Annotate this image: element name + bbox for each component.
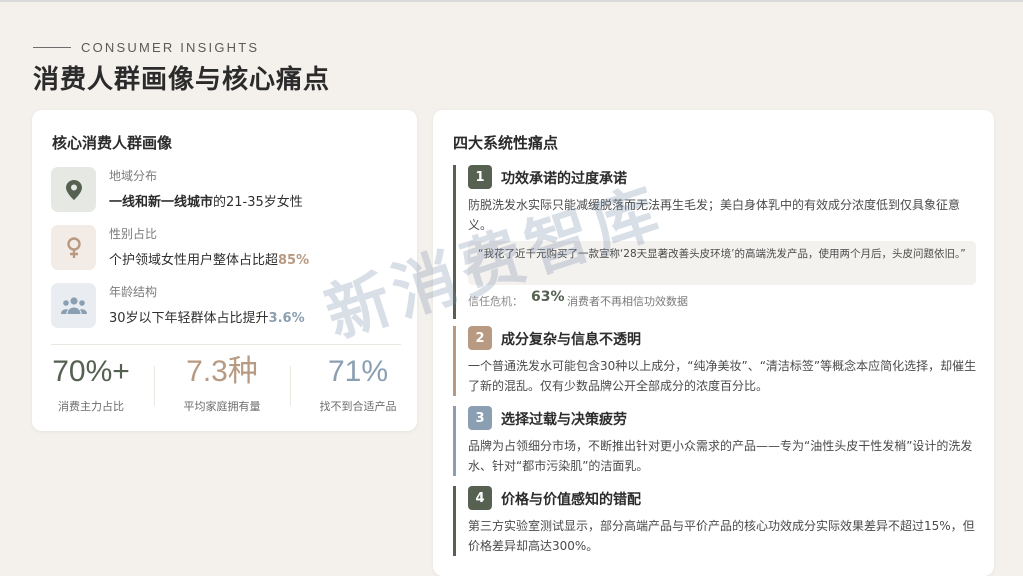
- pain-card-title: 四大系统性痛点: [453, 134, 559, 152]
- pain-accent-bar: [453, 326, 456, 396]
- stat-label: 消费主力占比: [58, 400, 124, 413]
- pain-description: 一个普通洗发水可能包含30种以上成分，“纯净美妆”、“清洁标签”等概念本应简化选…: [468, 359, 977, 393]
- stat-avg-products: 7.3种 平均家庭拥有量: [163, 354, 281, 414]
- stat-value: 70%+: [52, 355, 130, 388]
- attribute-value: 30岁以下年轻群体占比提升3.6%: [109, 311, 305, 326]
- stat-main-share: 70%+ 消费主力占比: [32, 354, 150, 414]
- pain-points-card: 四大系统性痛点 1 功效承诺的过度承诺 防脱洗发水实际只能减缓脱落而无法再生毛发…: [433, 110, 994, 576]
- stat-label: 找不到合适产品: [319, 400, 397, 413]
- profile-card-title: 核心消费人群画像: [52, 134, 173, 152]
- pain-number-badge: 3: [468, 406, 492, 430]
- attribute-region: 地域分布 一线和新一线城市的21-35岁女性: [51, 167, 401, 213]
- trust-note: 消费者不再相信功效数据: [567, 295, 688, 308]
- consumer-profile-card: 核心消费人群画像 地域分布 一线和新一线城市的21-35岁女性 性别占比 个护领…: [32, 110, 417, 431]
- pain-point-3: 3 选择过载与决策疲劳 品牌为占领细分市场，不断推出针对更小众需求的产品——专为…: [453, 406, 976, 476]
- stat-label: 平均家庭拥有量: [183, 400, 261, 413]
- pain-accent-bar: [453, 486, 456, 556]
- pain-point-2: 2 成分复杂与信息不透明 一个普通洗发水可能包含30种以上成分，“纯净美妆”、“…: [453, 326, 976, 396]
- pain-title: 价格与价值感知的错配: [501, 492, 641, 508]
- header-eyebrow: CONSUMER INSIGHTS: [33, 40, 259, 55]
- users-icon: [51, 283, 96, 328]
- pain-description: 品牌为占领细分市场，不断推出针对更小众需求的产品——专为“油性头皮干性发梢”设计…: [468, 439, 973, 473]
- pain-title: 成分复杂与信息不透明: [501, 332, 641, 348]
- attribute-value: 个护领域女性用户整体占比超85%: [109, 253, 310, 268]
- page-title: 消费人群画像与核心痛点: [33, 65, 331, 95]
- pain-title: 选择过载与决策疲劳: [501, 412, 627, 428]
- pain-accent-bar: [453, 165, 456, 319]
- attribute-label: 性别占比: [109, 227, 158, 241]
- user-quote: “我花了近千元购买了一款宣称‘28天显著改善头皮环境’的高端洗发产品，使用两个月…: [468, 241, 976, 285]
- stat-no-fit: 71% 找不到合适产品: [299, 354, 417, 414]
- attribute-label: 地域分布: [109, 169, 158, 183]
- pain-number-badge: 1: [468, 165, 492, 189]
- map-pin-icon: [51, 167, 96, 212]
- attribute-label: 年龄结构: [109, 285, 158, 299]
- pain-description: 第三方实验室测试显示，部分高端产品与平价产品的核心功效成分实际效果差异不超过15…: [468, 519, 975, 553]
- attribute-value: 一线和新一线城市的21-35岁女性: [109, 195, 303, 210]
- pain-accent-bar: [453, 406, 456, 476]
- stat-value: 7.3种: [186, 355, 258, 388]
- pain-point-4: 4 价格与价值感知的错配 第三方实验室测试显示，部分高端产品与平价产品的核心功效…: [453, 486, 976, 556]
- pain-description: 防脱洗发水实际只能减缓脱落而无法再生毛发；美白身体乳中的有效成分浓度低到仅具象征…: [468, 198, 961, 232]
- eyebrow-divider: [33, 47, 71, 48]
- attribute-age: 年龄结构 30岁以下年轻群体占比提升3.6%: [51, 283, 401, 329]
- trust-label: 信任危机：: [468, 295, 523, 308]
- pain-point-1: 1 功效承诺的过度承诺 防脱洗发水实际只能减缓脱落而无法再生毛发；美白身体乳中的…: [453, 165, 976, 319]
- pain-title: 功效承诺的过度承诺: [501, 171, 627, 187]
- eyebrow-text: CONSUMER INSIGHTS: [81, 40, 260, 55]
- pain-number-badge: 4: [468, 486, 492, 510]
- trust-value: 63%: [531, 289, 565, 305]
- stat-value: 71%: [327, 355, 389, 388]
- attribute-gender: 性别占比 个护领域女性用户整体占比超85%: [51, 225, 401, 271]
- female-icon: [51, 225, 96, 270]
- stat-separator: [290, 366, 291, 406]
- pain-number-badge: 2: [468, 326, 492, 350]
- stat-separator: [154, 366, 155, 406]
- stats-divider: [51, 344, 401, 345]
